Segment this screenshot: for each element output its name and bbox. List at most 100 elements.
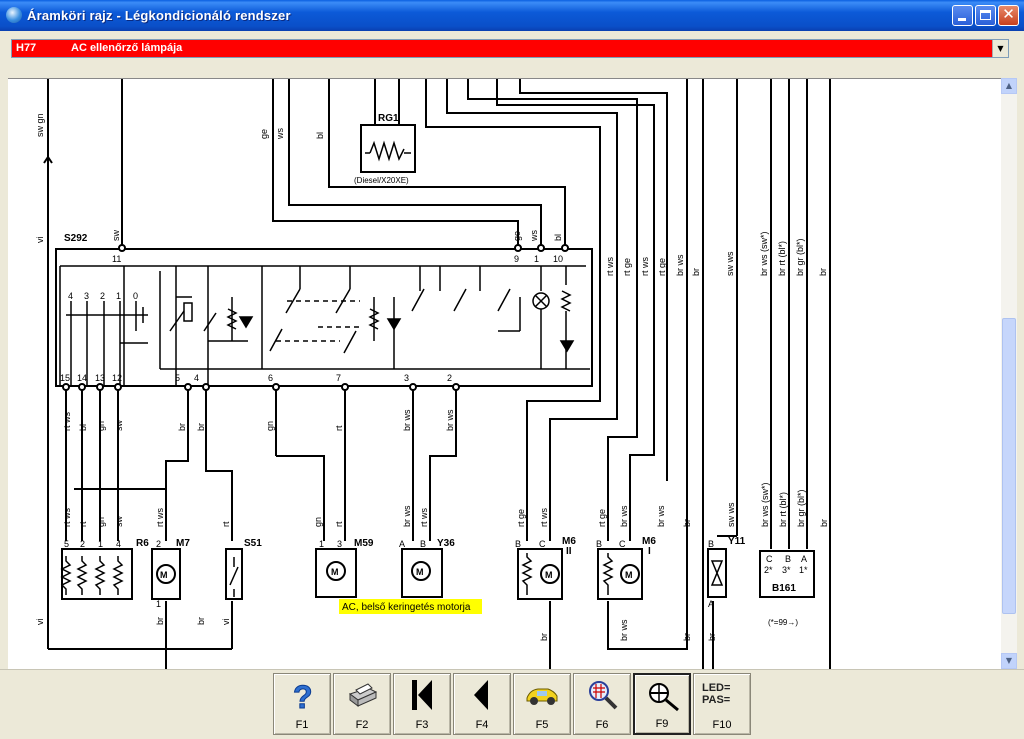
svg-text:10: 10 [553, 254, 563, 264]
f4-previous-button[interactable]: F4 [453, 673, 511, 735]
svg-text:M: M [331, 567, 339, 577]
svg-text:br: br [539, 633, 549, 641]
svg-text:7: 7 [336, 373, 341, 383]
svg-text:1: 1 [116, 291, 121, 301]
m6-i-pin: C [619, 539, 626, 549]
r6-resistor-pack [60, 548, 133, 600]
close-button[interactable]: ✕ [998, 5, 1019, 26]
f9-label: F9 [655, 718, 669, 730]
svg-text:11: 11 [112, 254, 121, 264]
f3-first-button[interactable]: F3 [393, 673, 451, 735]
scroll-down-icon[interactable]: ▼ [1001, 653, 1017, 669]
f9-connector-button[interactable]: F9 [633, 673, 691, 735]
svg-text:3: 3 [404, 373, 409, 383]
wire-labels-top: sw gn vi ge ws bl sw ge ws bl [35, 113, 563, 243]
svg-text:5: 5 [175, 373, 180, 383]
f5-label: F5 [535, 719, 549, 731]
svg-text:bl: bl [78, 424, 88, 431]
svg-text:sw: sw [114, 420, 124, 432]
diagram-zoom-icon [589, 681, 618, 710]
f2-label: F2 [355, 719, 369, 731]
led-text: LED= [702, 682, 731, 694]
svg-text:br ws: br ws [402, 409, 412, 431]
svg-text:rt ge: rt ge [622, 258, 632, 276]
minimize-button[interactable] [952, 5, 973, 26]
svg-text:M: M [160, 570, 168, 580]
svg-text:2: 2 [100, 291, 105, 301]
svg-text:br rt (bl*): br rt (bl*) [778, 492, 788, 527]
m7-pin: 2 [156, 539, 161, 549]
svg-text:br: br [177, 423, 187, 431]
svg-text:gn: gn [313, 517, 323, 527]
svg-text:ge: ge [512, 231, 522, 241]
f1-help-button[interactable]: ? F1 [273, 673, 331, 735]
svg-text:br: br [691, 268, 701, 276]
svg-text:br ws (sw*): br ws (sw*) [759, 231, 769, 276]
svg-text:br gr (bl*): br gr (bl*) [796, 489, 806, 527]
printer-icon [348, 683, 378, 707]
previous-icon [474, 680, 488, 710]
svg-text:6: 6 [268, 373, 273, 383]
m59-pin: 3 [337, 539, 342, 549]
f6-zoom-button[interactable]: F6 [573, 673, 631, 735]
component-selector[interactable]: H77 AC ellenőrző lámpája ▼ [11, 39, 1009, 58]
wire-labels-bottom: vi br br vi br br ws br br [35, 617, 717, 641]
r6-pins: 5 2 1 4 [64, 539, 121, 549]
y36-pin: B [420, 539, 426, 549]
f1-label: F1 [295, 719, 309, 731]
svg-text:sw: sw [114, 516, 124, 528]
svg-text:2*: 2* [764, 565, 773, 575]
svg-text:1*: 1* [799, 565, 808, 575]
svg-text:15: 15 [60, 373, 70, 383]
scroll-up-icon[interactable]: ▲ [1001, 78, 1017, 94]
maximize-button[interactable] [975, 5, 996, 26]
svg-text:3*: 3* [782, 565, 791, 575]
window-titlebar[interactable]: Áramköri rajz - Légkondicionáló rendszer… [0, 0, 1024, 31]
y11-pin: B [708, 539, 714, 549]
left-wires [43, 79, 232, 650]
svg-text:C: C [766, 554, 773, 564]
svg-text:0: 0 [133, 291, 138, 301]
globe-app-icon [6, 7, 22, 23]
f2-print-button[interactable]: F2 [333, 673, 391, 735]
svg-text:br: br [196, 617, 206, 625]
svg-text:sw: sw [111, 230, 121, 242]
svg-text:1: 1 [534, 254, 539, 264]
f10-led-button[interactable]: LED= PAS= F10 [693, 673, 751, 735]
svg-text:rt ge: rt ge [597, 509, 607, 527]
svg-text:B: B [785, 554, 791, 564]
wiring-diagram[interactable]: RG1 (Diesel/X20XE) S292 11 9 1 10 15 14 … [8, 78, 1001, 670]
wire-labels-lower: rt ws rt gn sw rt ws rt gn rt br ws rt w… [62, 482, 829, 527]
help-question-icon: ? [293, 679, 314, 713]
svg-text:sw ws: sw ws [726, 502, 736, 527]
tooltip-text: AC, belső keringetés motorja [342, 602, 471, 613]
svg-text:ge: ge [259, 129, 269, 139]
close-icon: ✕ [1002, 5, 1015, 23]
svg-text:br ws: br ws [445, 409, 455, 431]
f3-label: F3 [415, 719, 429, 731]
r6-label: R6 [136, 538, 149, 549]
s292-down-wires [65, 389, 714, 670]
svg-text:1: 1 [98, 539, 103, 549]
svg-text:br: br [682, 519, 692, 527]
car-icon [526, 688, 558, 705]
m7-label: M7 [176, 538, 190, 549]
f5-car-button[interactable]: F5 [513, 673, 571, 735]
chevron-down-icon[interactable]: ▼ [992, 40, 1008, 57]
svg-text:14: 14 [77, 373, 87, 383]
y36-label: Y36 [437, 538, 455, 549]
svg-text:rt ws: rt ws [62, 412, 72, 431]
svg-text:?: ? [293, 679, 313, 712]
component-code: H77 [16, 42, 37, 54]
svg-text:br ws (sw*): br ws (sw*) [760, 482, 770, 527]
m6-ii-sub: II [566, 546, 572, 557]
scroll-thumb[interactable] [1002, 318, 1016, 614]
component-name: AC ellenőrző lámpája [71, 42, 183, 54]
b161-label: B161 [772, 583, 796, 594]
m6-ii-motor [517, 548, 563, 600]
m59-label: M59 [354, 538, 374, 549]
s51-label: S51 [244, 538, 262, 549]
svg-text:13: 13 [95, 373, 105, 383]
vertical-scrollbar[interactable]: ▲ ▼ [1001, 78, 1017, 669]
svg-text:br ws: br ws [402, 505, 412, 527]
